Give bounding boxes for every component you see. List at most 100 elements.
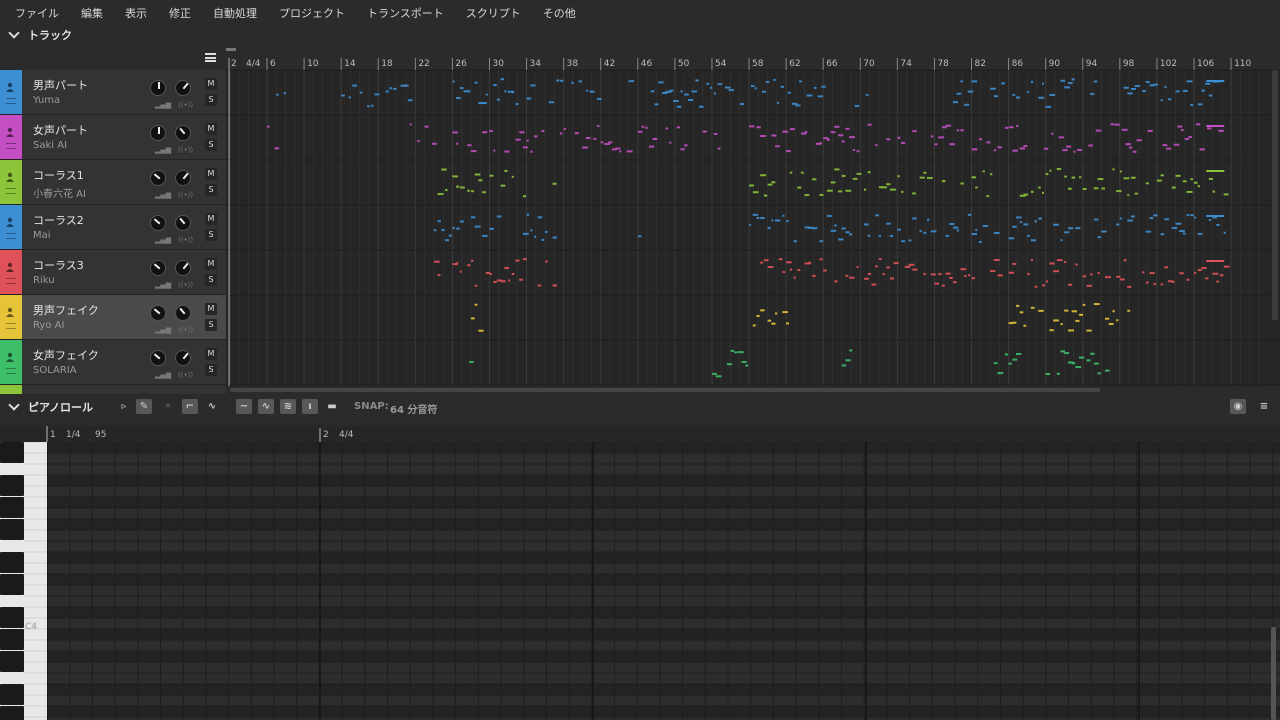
- arrangement-timeline[interactable]: 2 4/4 6 10 14 18 22 26 30 34 38 42 46 50 54 58 62 66 70 74 7…: [226, 46, 1280, 394]
- track-name[interactable]: コーラス3: [33, 257, 84, 273]
- drag-handle-icon[interactable]: [6, 143, 16, 149]
- volume-knob[interactable]: [150, 260, 166, 276]
- solo-button[interactable]: S: [205, 184, 217, 196]
- black-key[interactable]: [0, 519, 24, 540]
- track-row[interactable]: コーラス1 小春六花 AI ▂▄▆ ((•)) M S: [0, 160, 226, 205]
- piano-roll-scrollbar[interactable]: [1271, 627, 1276, 720]
- pitch-curve-icon[interactable]: ∼: [236, 399, 252, 414]
- black-key[interactable]: [0, 552, 24, 573]
- pan-knob[interactable]: [175, 170, 191, 186]
- solo-button[interactable]: S: [205, 229, 217, 241]
- pan-knob[interactable]: [175, 260, 191, 276]
- track-row[interactable]: 女声パート Saki AI ▂▄▆ ((•)) M S: [0, 115, 226, 160]
- drag-handle-icon[interactable]: [6, 188, 16, 194]
- solo-button[interactable]: S: [205, 319, 217, 331]
- track-row[interactable]: コーラス3 Riku ▂▄▆ ((•)) M S: [0, 250, 226, 295]
- track-singer[interactable]: SOLARIA: [33, 365, 77, 376]
- view-toggle-icon[interactable]: ◉: [1230, 399, 1246, 414]
- track-name[interactable]: コーラス2: [33, 212, 84, 228]
- menu-automation[interactable]: 自動処理: [202, 5, 268, 21]
- menu-script[interactable]: スクリプト: [455, 5, 532, 21]
- pitch-tool-icon[interactable]: ⌐: [182, 399, 198, 414]
- track-singer[interactable]: Saki AI: [33, 140, 67, 151]
- black-key[interactable]: [0, 706, 24, 720]
- track-row[interactable]: 男声パート Yuma ▂▄▆ ((•)) M S: [0, 70, 226, 115]
- black-key[interactable]: [0, 574, 24, 595]
- volume-knob[interactable]: [150, 350, 166, 366]
- mute-button[interactable]: M: [205, 123, 217, 135]
- track-name[interactable]: 女声パート: [33, 122, 88, 138]
- volume-knob[interactable]: [150, 305, 166, 321]
- volume-knob[interactable]: [150, 125, 166, 141]
- track-name[interactable]: コーラス1: [33, 167, 84, 183]
- hamburger-menu-icon[interactable]: ≡: [1256, 399, 1272, 414]
- volume-knob[interactable]: [150, 215, 166, 231]
- track-row[interactable]: コーラス2 Mai ▂▄▆ ((•)) M S: [0, 205, 226, 250]
- drag-handle-icon[interactable]: [6, 233, 16, 239]
- menu-transport[interactable]: トランスポート: [356, 5, 455, 21]
- track-color-tab[interactable]: [0, 340, 22, 384]
- mute-button[interactable]: M: [205, 348, 217, 360]
- waveform-icon[interactable]: ≋: [280, 399, 296, 414]
- mute-button[interactable]: M: [205, 78, 217, 90]
- drag-handle-icon[interactable]: [6, 98, 16, 104]
- black-key[interactable]: [0, 442, 24, 463]
- solo-button[interactable]: S: [205, 274, 217, 286]
- track-name[interactable]: 男声パート: [33, 77, 88, 93]
- black-key[interactable]: [0, 651, 24, 672]
- menu-file[interactable]: ファイル: [4, 5, 70, 21]
- pointer-tool-icon[interactable]: ▹: [116, 399, 132, 414]
- pan-knob[interactable]: [175, 305, 191, 321]
- track-name[interactable]: 男声フェイク: [33, 302, 99, 318]
- track-row[interactable]: 女声フェイク SOLARIA ▂▄▆ ((•)) M S: [0, 340, 226, 385]
- black-key[interactable]: [0, 475, 24, 496]
- menu-modify[interactable]: 修正: [158, 5, 202, 21]
- vibrato-icon[interactable]: ∿: [258, 399, 274, 414]
- track-color-tab[interactable]: [0, 70, 22, 114]
- mute-button[interactable]: M: [205, 213, 217, 225]
- snap-select[interactable]: 64 分音符: [390, 401, 437, 416]
- drag-handle-icon[interactable]: [6, 323, 16, 329]
- hamburger-menu-icon[interactable]: [205, 53, 216, 62]
- mute-button[interactable]: M: [205, 258, 217, 270]
- piano-roll-ruler[interactable]: 1 1/4 95 2 4/4: [0, 426, 1280, 442]
- track-singer[interactable]: Mai: [33, 230, 51, 241]
- track-color-tab[interactable]: [0, 115, 22, 159]
- mute-button[interactable]: M: [205, 168, 217, 180]
- black-key[interactable]: [0, 629, 24, 650]
- solo-button[interactable]: S: [205, 139, 217, 151]
- drag-handle-icon[interactable]: [6, 278, 16, 284]
- volume-knob[interactable]: [150, 170, 166, 186]
- track-singer[interactable]: Riku: [33, 275, 55, 286]
- pencil-tool-icon[interactable]: ✎: [136, 399, 152, 414]
- tracks-section-header[interactable]: トラック: [0, 24, 1280, 46]
- track-row-partial[interactable]: [0, 385, 226, 394]
- track-color-tab[interactable]: [0, 250, 22, 294]
- menu-view[interactable]: 表示: [114, 5, 158, 21]
- solo-button[interactable]: S: [205, 94, 217, 106]
- phoneme-icon[interactable]: ı: [302, 399, 318, 414]
- drag-handle-icon[interactable]: [6, 368, 16, 374]
- black-key[interactable]: [0, 607, 24, 628]
- solo-button[interactable]: S: [205, 364, 217, 376]
- clip-icon[interactable]: ▬: [324, 399, 340, 414]
- black-key[interactable]: [0, 497, 24, 518]
- curve-tool-icon[interactable]: ∿: [204, 399, 220, 414]
- link-tool-icon[interactable]: ⚭: [160, 399, 176, 414]
- pan-knob[interactable]: [175, 215, 191, 231]
- menu-edit[interactable]: 編集: [70, 5, 114, 21]
- track-color-tab[interactable]: [0, 160, 22, 204]
- track-name[interactable]: 女声フェイク: [33, 347, 99, 363]
- chevron-down-icon[interactable]: [8, 399, 20, 411]
- track-singer[interactable]: Yuma: [33, 95, 60, 106]
- pan-knob[interactable]: [175, 80, 191, 96]
- menu-project[interactable]: プロジェクト: [268, 5, 356, 21]
- pan-knob[interactable]: [175, 125, 191, 141]
- track-singer[interactable]: 小春六花 AI: [33, 185, 86, 200]
- black-key[interactable]: [0, 684, 24, 705]
- volume-knob[interactable]: [150, 80, 166, 96]
- track-singer[interactable]: Ryo AI: [33, 320, 64, 331]
- pan-knob[interactable]: [175, 350, 191, 366]
- mute-button[interactable]: M: [205, 303, 217, 315]
- track-color-tab[interactable]: [0, 205, 22, 249]
